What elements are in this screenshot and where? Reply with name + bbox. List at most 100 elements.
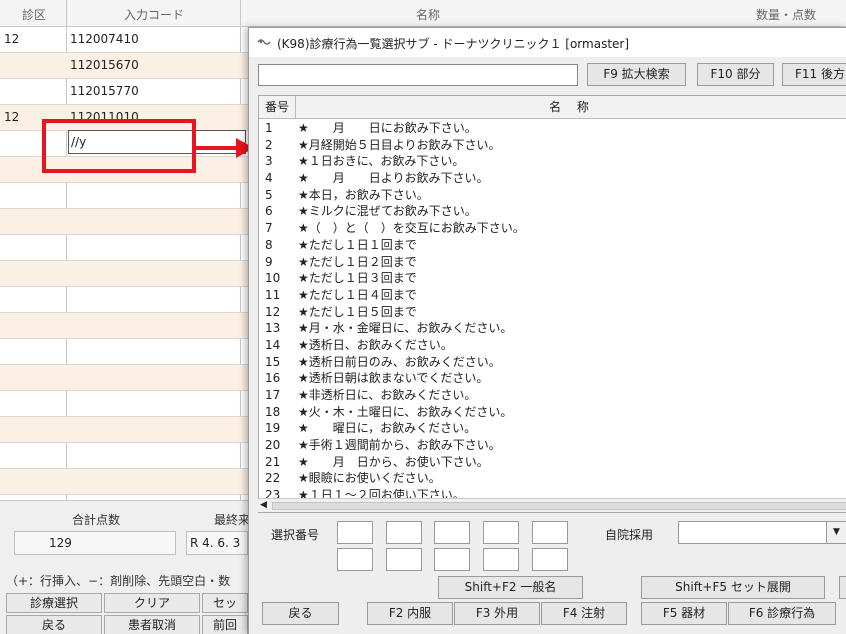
table-row[interactable] xyxy=(0,209,248,235)
list-item[interactable]: 18 ★火・木・土曜日に、お飲みください。 xyxy=(259,404,846,421)
list-item-number: 17 xyxy=(265,388,281,402)
list-item-name: ★月・水・金曜日に、お飲みください。 xyxy=(298,321,513,336)
f5-material-button[interactable]: F5 器材 xyxy=(641,602,727,625)
list-item-number: 1 xyxy=(265,121,273,135)
extra-button[interactable] xyxy=(839,576,846,599)
list-item-number: 21 xyxy=(265,454,281,469)
list-item[interactable]: 10 ★ただし１日３回まで xyxy=(259,270,846,287)
table-row[interactable] xyxy=(0,183,248,209)
table-row[interactable]: 112015670 xyxy=(0,53,248,79)
selection-number-field[interactable] xyxy=(386,521,422,544)
list-item[interactable]: 3 ★１日おきに、お飲み下さい。 xyxy=(259,153,846,170)
list-item-number: 19 xyxy=(265,421,281,436)
list-item[interactable]: 16 ★透析日朝は飲まないでください。 xyxy=(259,370,846,387)
list-item[interactable]: 17 ★非透析日に、お飲みください。 xyxy=(259,387,846,404)
list-item[interactable]: 11 ★ただし１日４回まで xyxy=(259,287,846,304)
table-row[interactable] xyxy=(0,313,248,339)
table-row[interactable] xyxy=(0,417,248,443)
list-item-name: ★ただし１日４回まで xyxy=(298,287,417,302)
dialog-back-button[interactable]: 戻る xyxy=(262,602,339,625)
list-header: 番号 名 称 xyxy=(259,96,846,119)
app-icon xyxy=(257,39,271,45)
key-hint: （+：行挿入、−：剤削除、先頭空白・数 xyxy=(6,574,231,588)
dialog-titlebar: (K98)診療行為一覧選択サブ - ドーナツクリニック１ [ormaster] xyxy=(249,28,846,57)
list-item-number: 10 xyxy=(265,271,281,286)
list-item[interactable]: 6 ★ミルクに混ぜてお飲み下さい。 xyxy=(259,203,846,220)
f2-oral-button[interactable]: F2 内服 xyxy=(367,602,453,625)
selection-number-field[interactable] xyxy=(337,548,373,571)
list-item[interactable]: 5 ★本日，お飲み下さい。 xyxy=(259,187,846,204)
shift-f5-set-expand-button[interactable]: Shift+F5 セット展開 xyxy=(641,576,825,599)
table-row[interactable] xyxy=(0,261,248,287)
scroll-left-icon[interactable]: ◀ xyxy=(260,500,267,510)
item-list: 番号 名 称 1 ★ 月 日にお飲み下さい。 2 ★月経開始５日目よりお飲み下さい。 3… xyxy=(258,95,846,513)
f6-procedure-button[interactable]: F6 診療行為 xyxy=(728,602,836,625)
table-row[interactable] xyxy=(0,339,248,365)
f10-partial-button[interactable]: F10 部分 xyxy=(697,63,774,86)
selection-number-field[interactable] xyxy=(532,548,568,571)
selection-number-field[interactable] xyxy=(386,548,422,571)
header-quantity: 数量・点数 xyxy=(756,8,817,22)
scroll-thumb[interactable] xyxy=(272,502,846,510)
search-input[interactable] xyxy=(258,64,578,86)
list-item-number: 11 xyxy=(265,287,281,302)
previous-button[interactable]: 前回 xyxy=(202,615,248,634)
list-item-number: 13 xyxy=(265,321,281,336)
f4-injection-button[interactable]: F4 注射 xyxy=(541,602,627,625)
list-item-number: 15 xyxy=(265,354,281,369)
highlight-box xyxy=(42,119,196,173)
list-item[interactable]: 4 ★ 月 日よりお飲み下さい。 xyxy=(259,170,846,187)
table-row[interactable] xyxy=(0,469,248,495)
selection-number-field[interactable] xyxy=(532,521,568,544)
list-item-number: 2 xyxy=(265,137,273,152)
list-item[interactable]: 22 ★眼瞼にお使いください。 xyxy=(259,470,846,487)
list-item-name: ★透析日前日のみ、お飲みください。 xyxy=(298,354,501,369)
selection-number-field[interactable] xyxy=(337,521,373,544)
patient-cancel-button[interactable]: 患者取消 xyxy=(104,615,200,634)
list-item[interactable]: 8 ★ただし１日１回まで xyxy=(259,237,846,254)
list-header-name: 名 称 xyxy=(549,100,595,114)
f9-expand-search-button[interactable]: F9 拡大検索 xyxy=(587,63,686,86)
shinryo-select-button[interactable]: 診療選択 xyxy=(6,593,102,613)
table-row[interactable] xyxy=(0,235,248,261)
clear-button[interactable]: クリア xyxy=(104,593,200,613)
list-item-name: ★透析日、お飲みください。 xyxy=(298,337,453,352)
list-item-name: ★月経開始５日目よりお飲み下さい。 xyxy=(298,137,501,152)
list-item[interactable]: 7 ★（ ）と（ ）を交互にお飲み下さい。 xyxy=(259,220,846,237)
table-row[interactable] xyxy=(0,391,248,417)
horizontal-scrollbar[interactable]: ◀ xyxy=(258,498,846,512)
list-item[interactable]: 9 ★ただし１日２回まで xyxy=(259,254,846,271)
list-item[interactable]: 2 ★月経開始５日目よりお飲み下さい。 xyxy=(259,137,846,154)
set-button[interactable]: セッ xyxy=(202,593,248,613)
f3-external-button[interactable]: F3 外用 xyxy=(454,602,540,625)
table-row[interactable] xyxy=(0,365,248,391)
table-row[interactable]: 12 112007410 xyxy=(0,27,248,53)
list-item[interactable]: 21 ★ 月 日から、お使い下さい。 xyxy=(259,454,846,471)
list-item-name: ★眼瞼にお使いください。 xyxy=(298,471,441,486)
list-item-name: ★ただし１日１回まで xyxy=(298,237,417,252)
list-item[interactable]: 13 ★月・水・金曜日に、お飲みください。 xyxy=(259,320,846,337)
list-item[interactable]: 1 ★ 月 日にお飲み下さい。 xyxy=(259,120,846,137)
list-item[interactable]: 19 ★ 曜日に，お飲みください。 xyxy=(259,420,846,437)
list-item[interactable]: 12 ★ただし１日５回まで xyxy=(259,304,846,321)
f11-suffix-button[interactable]: F11 後方 xyxy=(782,63,846,86)
list-item[interactable]: 20 ★手術１週間前から、お飲み下さい。 xyxy=(259,437,846,454)
list-item-number: 5 xyxy=(265,187,273,202)
table-row[interactable] xyxy=(0,443,248,469)
list-item[interactable]: 15 ★透析日前日のみ、お飲みください。 xyxy=(259,354,846,371)
list-item[interactable]: 14 ★透析日、お飲みください。 xyxy=(259,337,846,354)
shift-f2-generic-button[interactable]: Shift+F2 一般名 xyxy=(438,576,583,599)
selection-number-field[interactable] xyxy=(434,521,470,544)
selection-number-field[interactable] xyxy=(483,548,519,571)
table-row[interactable]: 112015770 xyxy=(0,79,248,105)
list-item-number: 18 xyxy=(265,404,281,419)
summary-panel xyxy=(0,500,248,634)
list-item-number: 22 xyxy=(265,471,281,486)
list-item-name: ★非透析日に、お飲みください。 xyxy=(298,388,477,402)
in-house-select[interactable]: ▼ xyxy=(678,521,846,544)
selection-number-field[interactable] xyxy=(434,548,470,571)
table-row[interactable] xyxy=(0,287,248,313)
chevron-down-icon[interactable]: ▼ xyxy=(826,522,846,543)
selection-number-field[interactable] xyxy=(483,521,519,544)
back-button[interactable]: 戻る xyxy=(6,615,102,634)
